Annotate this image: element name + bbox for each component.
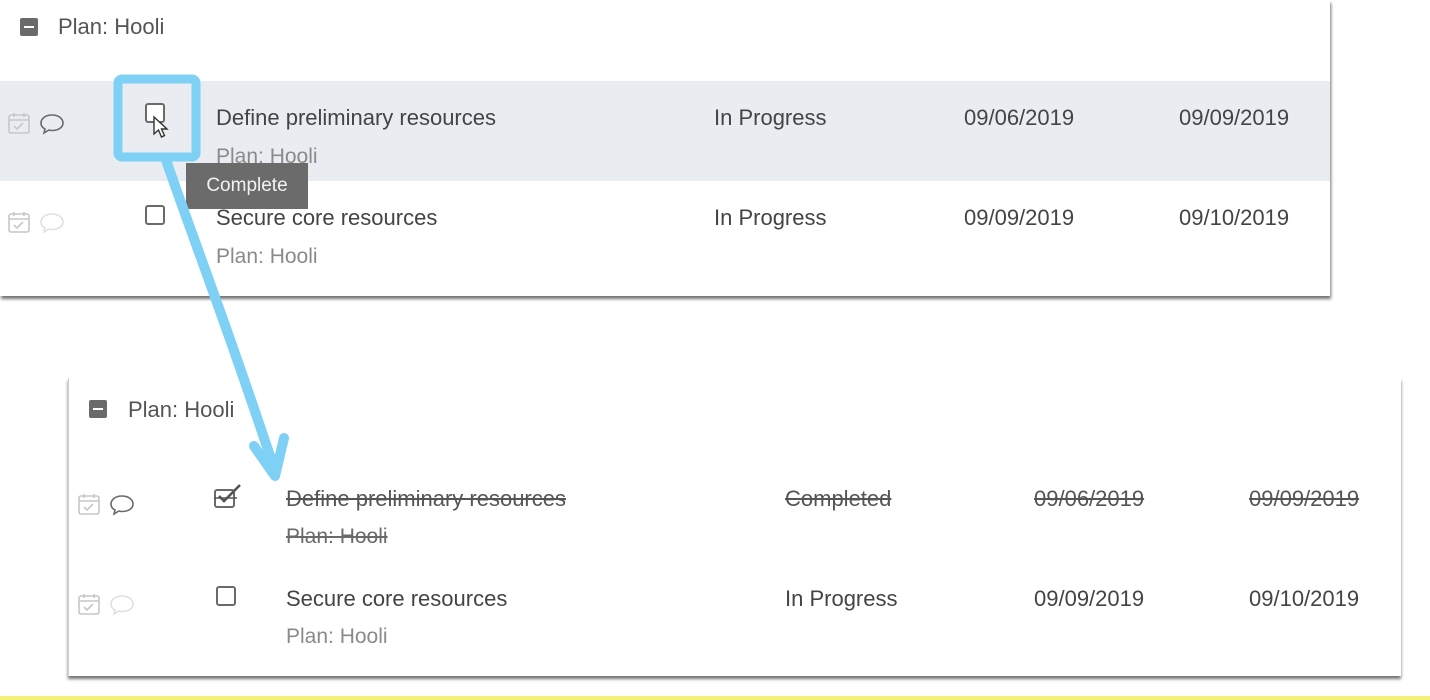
- task-due-date[interactable]: 09/10/2019: [1249, 586, 1359, 612]
- group-title: Plan: Hooli: [128, 397, 235, 422]
- group-title: Plan: Hooli: [58, 14, 165, 39]
- calendar-check-icon: [78, 494, 100, 515]
- checked-checkbox-icon[interactable]: [213, 482, 243, 510]
- complete-tooltip: Complete: [186, 163, 308, 209]
- speech-bubble-icon[interactable]: [39, 113, 65, 135]
- task-row[interactable]: Secure core resources Plan: Hooli In Pro…: [69, 562, 1401, 662]
- task-title[interactable]: Define preliminary resources: [286, 486, 566, 512]
- complete-checkbox[interactable]: [216, 586, 236, 606]
- speech-bubble-icon[interactable]: [109, 494, 135, 516]
- task-list-before: Plan: Hooli Define preliminary resources…: [0, 0, 1330, 296]
- speech-bubble-icon[interactable]: [39, 212, 65, 234]
- task-plan: Plan: Hooli: [286, 525, 388, 548]
- task-list-after: Plan: Hooli Define preliminary resources…: [68, 378, 1401, 676]
- complete-checkbox[interactable]: [145, 205, 165, 225]
- plan-group-header[interactable]: Plan: Hooli: [69, 378, 1401, 432]
- speech-bubble-icon[interactable]: [109, 594, 135, 616]
- task-start-date[interactable]: 09/09/2019: [1034, 586, 1144, 612]
- task-due-date[interactable]: 09/09/2019: [1179, 105, 1289, 131]
- task-due-date[interactable]: 09/10/2019: [1179, 205, 1289, 231]
- task-status[interactable]: In Progress: [714, 205, 827, 231]
- task-due-date[interactable]: 09/09/2019: [1249, 486, 1359, 512]
- task-start-date[interactable]: 09/06/2019: [1034, 486, 1144, 512]
- calendar-check-icon: [8, 212, 30, 233]
- calendar-check-icon: [8, 113, 30, 134]
- plan-group-header[interactable]: Plan: Hooli: [0, 0, 1330, 54]
- calendar-check-icon: [78, 594, 100, 615]
- task-row[interactable]: Define preliminary resources Plan: Hooli…: [69, 462, 1401, 562]
- task-start-date[interactable]: 09/06/2019: [964, 105, 1074, 131]
- bottom-strip: [0, 696, 1430, 700]
- mouse-pointer-icon: [153, 115, 169, 138]
- minus-square-icon[interactable]: [89, 400, 107, 418]
- task-plan: Plan: Hooli: [286, 625, 388, 648]
- task-title[interactable]: Define preliminary resources: [216, 105, 496, 131]
- task-status[interactable]: In Progress: [714, 105, 827, 131]
- minus-square-icon[interactable]: [20, 18, 38, 36]
- task-status[interactable]: Completed: [785, 486, 891, 512]
- task-start-date[interactable]: 09/09/2019: [964, 205, 1074, 231]
- task-status[interactable]: In Progress: [785, 586, 898, 612]
- task-title[interactable]: Secure core resources: [286, 586, 507, 612]
- task-plan: Plan: Hooli: [216, 245, 318, 268]
